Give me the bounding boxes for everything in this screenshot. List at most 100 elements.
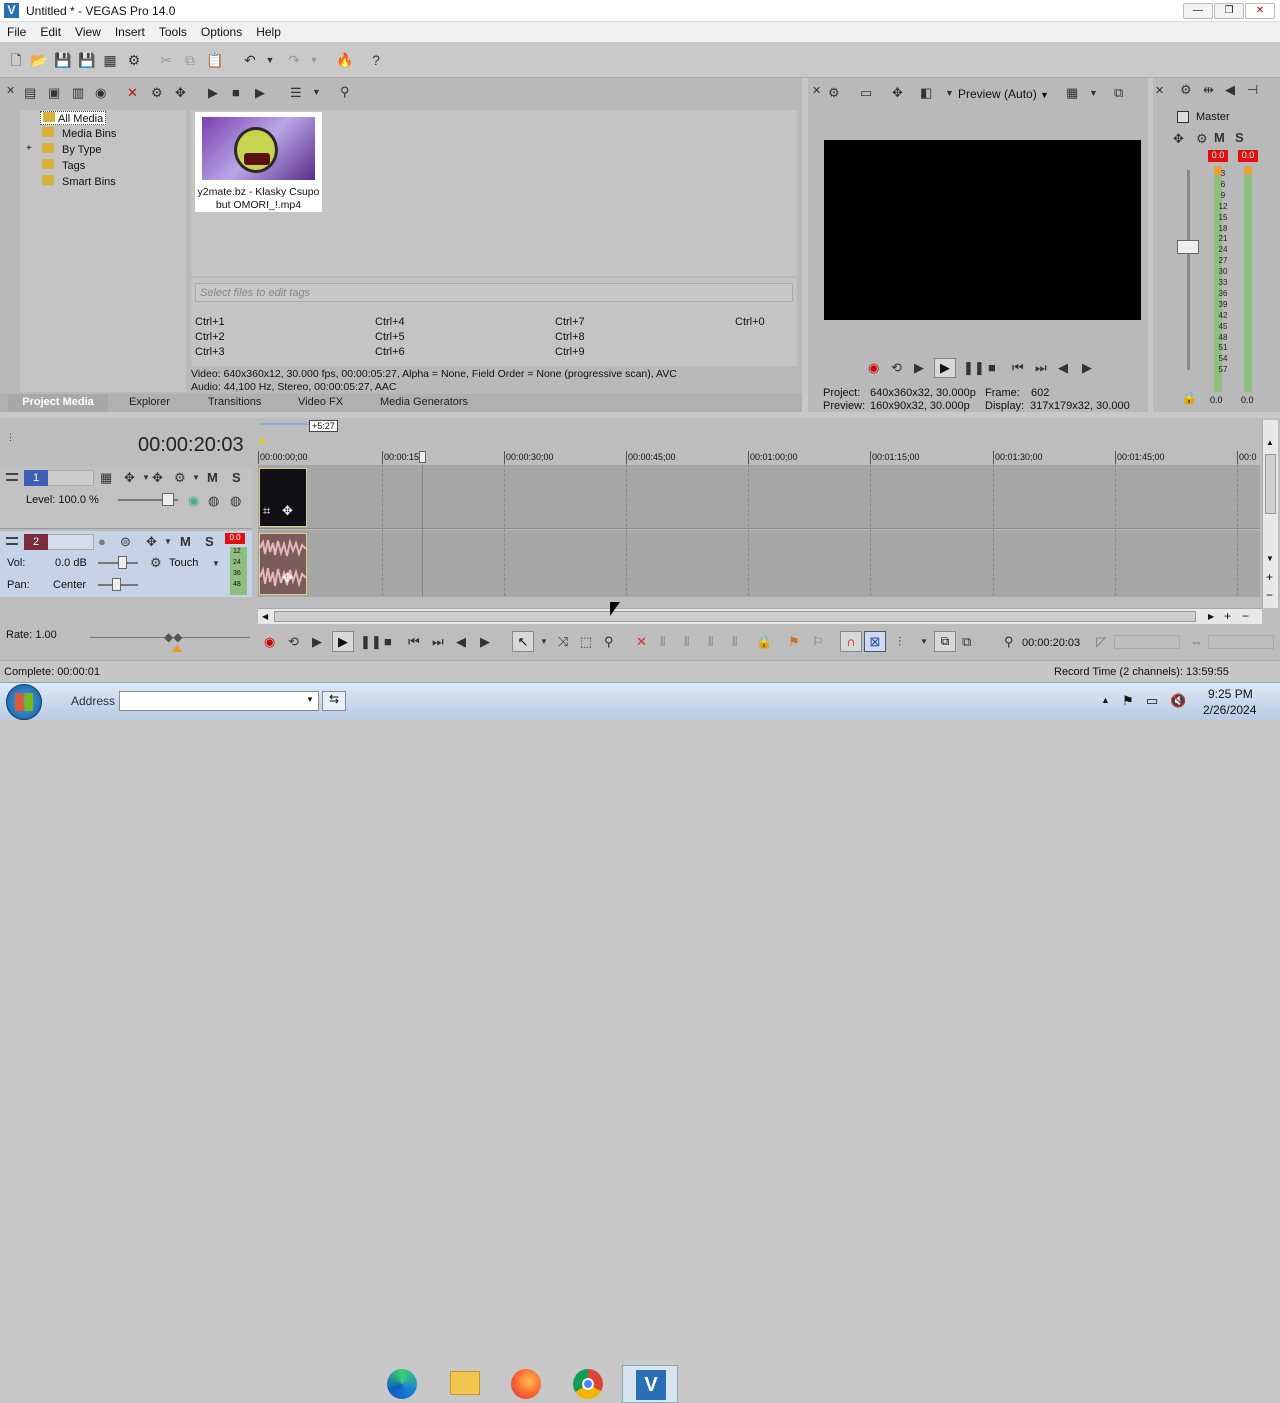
menu-edit[interactable]: Edit — [33, 22, 68, 39]
horizontal-scrollbar[interactable]: ◀ ▶ + − — [258, 608, 1262, 624]
go-to-end-icon[interactable]: ⏭ — [1035, 360, 1047, 376]
views-icon[interactable]: ☰ — [290, 85, 302, 101]
tags-input[interactable]: Select files to edit tags — [195, 283, 793, 302]
clock-date[interactable]: 2/26/2024 — [1203, 703, 1256, 717]
media-bins-item[interactable]: Media Bins — [42, 127, 116, 140]
plugin-icon[interactable]: 🔥 — [336, 52, 353, 68]
pause-icon[interactable]: ❚❚ — [360, 634, 382, 650]
undo-dropdown-icon[interactable]: ▼ — [262, 52, 278, 68]
prev-frame-icon[interactable]: ◀ — [456, 634, 466, 650]
rate-slider-thumb[interactable]: ◆◆ — [164, 630, 188, 644]
arm-record-icon[interactable]: ● — [98, 534, 106, 549]
stop-icon[interactable]: ■ — [384, 634, 392, 649]
panel-close-icon[interactable]: ✕ — [1155, 84, 1164, 97]
video-track-header[interactable]: 1 ▦ ✥ ▼ ✥ ⚙ ▼ M S Level: 100.0 % ◉ ◍ ◍ — [0, 467, 252, 529]
split-icon[interactable]: ⫴ — [732, 634, 737, 650]
make-parent-icon[interactable]: ◍ — [230, 493, 241, 509]
split-dropdown-icon[interactable]: ▼ — [945, 88, 954, 98]
tab-project-media[interactable]: Project Media — [8, 394, 108, 412]
shortcut-ctrl1[interactable]: Ctrl+1 — [195, 316, 225, 328]
scroll-right-icon[interactable]: ▶ — [1208, 612, 1214, 621]
vegas-icon[interactable]: V — [622, 1365, 678, 1403]
properties-icon-2[interactable]: ✥ — [175, 85, 186, 101]
menu-file[interactable]: File — [0, 22, 33, 39]
search-icon[interactable]: ⚲ — [340, 84, 350, 100]
automation-mode[interactable]: Touch — [169, 557, 198, 569]
menu-view[interactable]: View — [68, 22, 108, 39]
audio-event[interactable]: ✥ — [259, 533, 307, 595]
tags-item[interactable]: Tags — [42, 159, 85, 172]
master-solo-button[interactable]: S — [1235, 130, 1244, 145]
automation-dropdown-icon[interactable]: ▼ — [212, 559, 220, 568]
open-icon[interactable]: 📂 — [30, 52, 47, 68]
copy-icon[interactable]: ⧉ — [182, 52, 198, 68]
undo-icon[interactable]: ↶ — [242, 52, 258, 68]
event-pan-crop-icon[interactable]: ⌗ — [263, 503, 270, 519]
invert-phase-icon[interactable]: ⊜ — [120, 534, 131, 550]
audio-fx-dropdown-icon[interactable]: ▼ — [164, 537, 172, 546]
shortcut-ctrl9[interactable]: Ctrl+9 — [555, 346, 585, 358]
chrome-icon[interactable] — [560, 1365, 616, 1403]
menu-options[interactable]: Options — [194, 22, 249, 39]
by-type-item[interactable]: By Type — [42, 143, 102, 156]
shortcut-ctrl8[interactable]: Ctrl+8 — [555, 331, 585, 343]
address-dropdown-icon[interactable]: ▼ — [306, 695, 314, 704]
save-as-icon[interactable]: 💾 — [78, 52, 95, 68]
media-thumbnail-card[interactable]: y2mate.bz - Klasky Csupo but OMORI_!.mp4 — [195, 112, 322, 212]
video-track-lane[interactable] — [258, 465, 1260, 529]
scroll-up-icon[interactable]: ▲ — [1266, 438, 1274, 447]
go-to-start-icon[interactable]: ⏮ — [1012, 360, 1024, 376]
vol-slider-thumb[interactable] — [118, 556, 127, 569]
views-dropdown-icon[interactable]: ▼ — [312, 87, 321, 97]
scroll-down-icon[interactable]: ▼ — [1266, 554, 1274, 563]
cut-icon[interactable]: ✂ — [158, 52, 174, 68]
lock-icon[interactable]: 🔒 — [1181, 390, 1197, 406]
current-time-display[interactable]: 00:00:20:03 — [138, 434, 244, 457]
panel-close-icon[interactable]: ✕ — [6, 84, 15, 97]
delete-icon[interactable]: ✕ — [636, 634, 647, 650]
shortcut-ctrl0[interactable]: Ctrl+0 — [735, 316, 765, 328]
loop-start-marker[interactable] — [260, 439, 266, 445]
dim-icon[interactable]: ◀ — [1225, 82, 1235, 98]
audio-event-fx-icon[interactable]: ✥ — [282, 570, 293, 586]
level-slider-thumb[interactable] — [162, 493, 174, 506]
loop-icon[interactable]: ⟲ — [891, 360, 902, 376]
overlays-dropdown-icon[interactable]: ▼ — [1089, 88, 1098, 98]
play-from-start-icon[interactable]: ▶ — [312, 634, 322, 650]
save-icon[interactable]: 💾 — [54, 52, 71, 68]
tab-media-generators[interactable]: Media Generators — [380, 396, 468, 408]
zoom-out-vertical-icon[interactable]: − — [1266, 588, 1273, 602]
split-screen-icon[interactable]: ◧ — [920, 85, 932, 101]
master-fader-thumb[interactable] — [1177, 240, 1199, 254]
zoom-in-horizontal-icon[interactable]: + — [1224, 609, 1231, 623]
timeline-ruler[interactable]: 00:00:00;00 00:00:15 00:00:30;00 00:00:45;0… — [258, 451, 1262, 465]
track-list-close-icon[interactable]: ⋮ — [6, 432, 15, 443]
tab-explorer[interactable]: Explorer — [129, 396, 170, 408]
prev-frame-icon[interactable]: ◀ — [1058, 360, 1068, 376]
tree-expander[interactable]: + — [26, 143, 32, 154]
envelope-tool-icon[interactable]: ⤨ — [558, 634, 568, 650]
play-from-start-icon[interactable]: ▶ — [914, 360, 924, 376]
lock-envelopes-button[interactable]: ⧉ — [934, 631, 956, 652]
preview-properties-icon[interactable]: ⚙ — [828, 85, 840, 101]
audio-track-fx-icon[interactable]: ✥ — [146, 534, 157, 550]
stop-icon[interactable]: ■ — [988, 360, 996, 375]
go-to-start-icon[interactable]: ⏮ — [408, 634, 420, 650]
play-button[interactable]: ▶ — [934, 358, 956, 378]
video-event[interactable]: ⌗ ✥ — [259, 468, 307, 527]
track-settings-icon[interactable]: ⚙ — [174, 470, 186, 486]
scroll-thumb[interactable] — [1265, 454, 1276, 514]
preview-fx-icon[interactable]: ✥ — [892, 85, 903, 101]
hscroll-thumb[interactable] — [274, 611, 1196, 622]
shortcut-ctrl7[interactable]: Ctrl+7 — [555, 316, 585, 328]
audio-track-header[interactable]: 2 ● ⊜ ✥ ▼ M S 0.0 12 24 36 48 Vol: 0.0 d… — [0, 531, 252, 597]
play-icon[interactable]: ▶ — [208, 85, 218, 101]
snapping-button[interactable]: ∩ — [840, 631, 862, 652]
trim-start-icon[interactable]: ⫴ — [684, 634, 689, 650]
loop-icon[interactable]: ⟲ — [288, 634, 299, 650]
panel-close-icon[interactable]: ✕ — [812, 84, 821, 97]
stop-icon[interactable]: ■ — [232, 85, 240, 100]
zoom-tool-icon[interactable]: ⚲ — [604, 634, 614, 650]
address-input[interactable] — [119, 691, 319, 711]
selection-end-field[interactable] — [1208, 635, 1274, 649]
